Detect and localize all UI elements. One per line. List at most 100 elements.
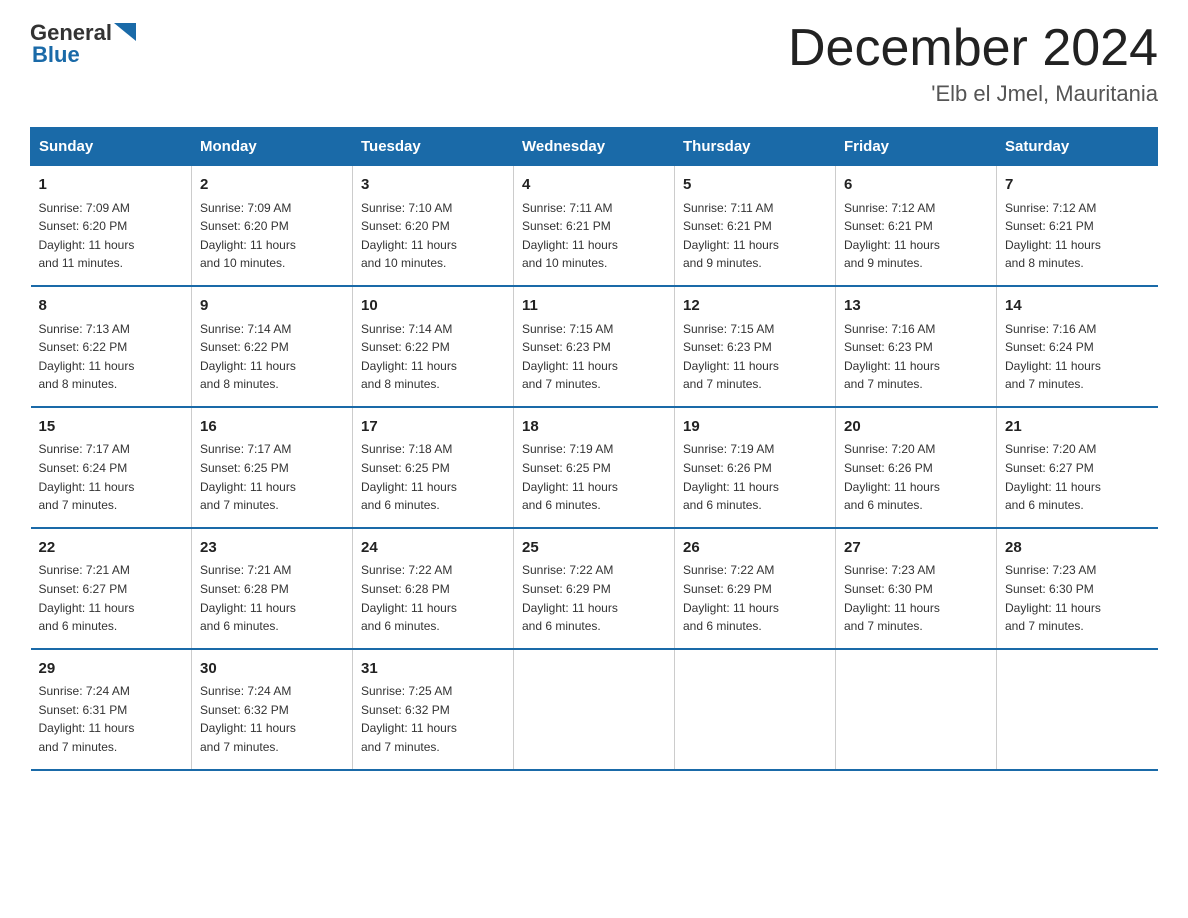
week-row-5: 29Sunrise: 7:24 AMSunset: 6:31 PMDayligh… (31, 649, 1158, 770)
week-row-1: 1Sunrise: 7:09 AMSunset: 6:20 PMDaylight… (31, 166, 1158, 286)
location-title: 'Elb el Jmel, Mauritania (788, 81, 1158, 107)
day-info: Sunrise: 7:25 AMSunset: 6:32 PMDaylight:… (361, 682, 505, 756)
calendar-cell: 18Sunrise: 7:19 AMSunset: 6:25 PMDayligh… (514, 407, 675, 528)
calendar-cell: 12Sunrise: 7:15 AMSunset: 6:23 PMDayligh… (675, 286, 836, 407)
day-info: Sunrise: 7:14 AMSunset: 6:22 PMDaylight:… (361, 320, 505, 394)
day-number: 17 (361, 416, 505, 439)
day-number: 3 (361, 174, 505, 197)
day-number: 21 (1005, 416, 1150, 439)
day-info: Sunrise: 7:24 AMSunset: 6:31 PMDaylight:… (39, 682, 184, 756)
day-info: Sunrise: 7:23 AMSunset: 6:30 PMDaylight:… (1005, 561, 1150, 635)
day-info: Sunrise: 7:21 AMSunset: 6:28 PMDaylight:… (200, 561, 344, 635)
logo-blue-text: Blue (32, 42, 80, 68)
column-header-thursday: Thursday (675, 128, 836, 166)
day-number: 14 (1005, 295, 1150, 318)
calendar-cell: 29Sunrise: 7:24 AMSunset: 6:31 PMDayligh… (31, 649, 192, 770)
calendar-cell: 16Sunrise: 7:17 AMSunset: 6:25 PMDayligh… (192, 407, 353, 528)
day-number: 27 (844, 537, 988, 560)
day-info: Sunrise: 7:12 AMSunset: 6:21 PMDaylight:… (1005, 199, 1150, 273)
day-number: 28 (1005, 537, 1150, 560)
calendar-cell: 5Sunrise: 7:11 AMSunset: 6:21 PMDaylight… (675, 166, 836, 286)
calendar-cell: 8Sunrise: 7:13 AMSunset: 6:22 PMDaylight… (31, 286, 192, 407)
week-row-4: 22Sunrise: 7:21 AMSunset: 6:27 PMDayligh… (31, 528, 1158, 649)
calendar-cell: 22Sunrise: 7:21 AMSunset: 6:27 PMDayligh… (31, 528, 192, 649)
day-info: Sunrise: 7:11 AMSunset: 6:21 PMDaylight:… (683, 199, 827, 273)
day-info: Sunrise: 7:22 AMSunset: 6:29 PMDaylight:… (522, 561, 666, 635)
day-info: Sunrise: 7:15 AMSunset: 6:23 PMDaylight:… (522, 320, 666, 394)
week-row-3: 15Sunrise: 7:17 AMSunset: 6:24 PMDayligh… (31, 407, 1158, 528)
day-info: Sunrise: 7:13 AMSunset: 6:22 PMDaylight:… (39, 320, 184, 394)
calendar-cell: 21Sunrise: 7:20 AMSunset: 6:27 PMDayligh… (997, 407, 1158, 528)
day-info: Sunrise: 7:20 AMSunset: 6:26 PMDaylight:… (844, 440, 988, 514)
calendar-cell: 26Sunrise: 7:22 AMSunset: 6:29 PMDayligh… (675, 528, 836, 649)
calendar-header-row: SundayMondayTuesdayWednesdayThursdayFrid… (31, 128, 1158, 166)
day-info: Sunrise: 7:09 AMSunset: 6:20 PMDaylight:… (200, 199, 344, 273)
calendar-cell (997, 649, 1158, 770)
calendar-cell: 1Sunrise: 7:09 AMSunset: 6:20 PMDaylight… (31, 166, 192, 286)
calendar-table: SundayMondayTuesdayWednesdayThursdayFrid… (30, 127, 1158, 770)
day-number: 19 (683, 416, 827, 439)
day-info: Sunrise: 7:18 AMSunset: 6:25 PMDaylight:… (361, 440, 505, 514)
day-number: 24 (361, 537, 505, 560)
calendar-cell: 25Sunrise: 7:22 AMSunset: 6:29 PMDayligh… (514, 528, 675, 649)
week-row-2: 8Sunrise: 7:13 AMSunset: 6:22 PMDaylight… (31, 286, 1158, 407)
day-number: 5 (683, 174, 827, 197)
day-info: Sunrise: 7:11 AMSunset: 6:21 PMDaylight:… (522, 199, 666, 273)
calendar-cell: 19Sunrise: 7:19 AMSunset: 6:26 PMDayligh… (675, 407, 836, 528)
page-header: General Blue December 2024 'Elb el Jmel,… (30, 20, 1158, 107)
calendar-cell: 3Sunrise: 7:10 AMSunset: 6:20 PMDaylight… (353, 166, 514, 286)
day-number: 31 (361, 658, 505, 681)
day-info: Sunrise: 7:20 AMSunset: 6:27 PMDaylight:… (1005, 440, 1150, 514)
day-number: 6 (844, 174, 988, 197)
column-header-tuesday: Tuesday (353, 128, 514, 166)
day-number: 11 (522, 295, 666, 318)
day-number: 9 (200, 295, 344, 318)
day-info: Sunrise: 7:12 AMSunset: 6:21 PMDaylight:… (844, 199, 988, 273)
calendar-cell: 30Sunrise: 7:24 AMSunset: 6:32 PMDayligh… (192, 649, 353, 770)
day-number: 13 (844, 295, 988, 318)
calendar-cell: 11Sunrise: 7:15 AMSunset: 6:23 PMDayligh… (514, 286, 675, 407)
calendar-cell (514, 649, 675, 770)
calendar-cell: 6Sunrise: 7:12 AMSunset: 6:21 PMDaylight… (836, 166, 997, 286)
calendar-cell: 24Sunrise: 7:22 AMSunset: 6:28 PMDayligh… (353, 528, 514, 649)
calendar-cell: 9Sunrise: 7:14 AMSunset: 6:22 PMDaylight… (192, 286, 353, 407)
calendar-cell: 31Sunrise: 7:25 AMSunset: 6:32 PMDayligh… (353, 649, 514, 770)
day-info: Sunrise: 7:15 AMSunset: 6:23 PMDaylight:… (683, 320, 827, 394)
day-info: Sunrise: 7:22 AMSunset: 6:28 PMDaylight:… (361, 561, 505, 635)
column-header-monday: Monday (192, 128, 353, 166)
logo: General Blue (30, 20, 136, 68)
day-number: 7 (1005, 174, 1150, 197)
calendar-cell: 10Sunrise: 7:14 AMSunset: 6:22 PMDayligh… (353, 286, 514, 407)
month-title: December 2024 (788, 20, 1158, 77)
day-number: 29 (39, 658, 184, 681)
day-number: 12 (683, 295, 827, 318)
calendar-cell: 7Sunrise: 7:12 AMSunset: 6:21 PMDaylight… (997, 166, 1158, 286)
day-info: Sunrise: 7:17 AMSunset: 6:24 PMDaylight:… (39, 440, 184, 514)
calendar-cell: 27Sunrise: 7:23 AMSunset: 6:30 PMDayligh… (836, 528, 997, 649)
calendar-cell: 15Sunrise: 7:17 AMSunset: 6:24 PMDayligh… (31, 407, 192, 528)
day-number: 1 (39, 174, 184, 197)
calendar-cell: 14Sunrise: 7:16 AMSunset: 6:24 PMDayligh… (997, 286, 1158, 407)
logo-triangle-icon (114, 23, 136, 41)
calendar-cell: 2Sunrise: 7:09 AMSunset: 6:20 PMDaylight… (192, 166, 353, 286)
column-header-friday: Friday (836, 128, 997, 166)
day-info: Sunrise: 7:22 AMSunset: 6:29 PMDaylight:… (683, 561, 827, 635)
day-info: Sunrise: 7:21 AMSunset: 6:27 PMDaylight:… (39, 561, 184, 635)
day-number: 23 (200, 537, 344, 560)
day-number: 20 (844, 416, 988, 439)
day-number: 4 (522, 174, 666, 197)
day-info: Sunrise: 7:17 AMSunset: 6:25 PMDaylight:… (200, 440, 344, 514)
day-info: Sunrise: 7:16 AMSunset: 6:23 PMDaylight:… (844, 320, 988, 394)
day-info: Sunrise: 7:09 AMSunset: 6:20 PMDaylight:… (39, 199, 184, 273)
day-number: 18 (522, 416, 666, 439)
column-header-sunday: Sunday (31, 128, 192, 166)
calendar-cell (836, 649, 997, 770)
calendar-cell: 17Sunrise: 7:18 AMSunset: 6:25 PMDayligh… (353, 407, 514, 528)
day-number: 15 (39, 416, 184, 439)
day-number: 10 (361, 295, 505, 318)
day-number: 8 (39, 295, 184, 318)
day-info: Sunrise: 7:10 AMSunset: 6:20 PMDaylight:… (361, 199, 505, 273)
day-info: Sunrise: 7:24 AMSunset: 6:32 PMDaylight:… (200, 682, 344, 756)
day-number: 2 (200, 174, 344, 197)
day-number: 25 (522, 537, 666, 560)
